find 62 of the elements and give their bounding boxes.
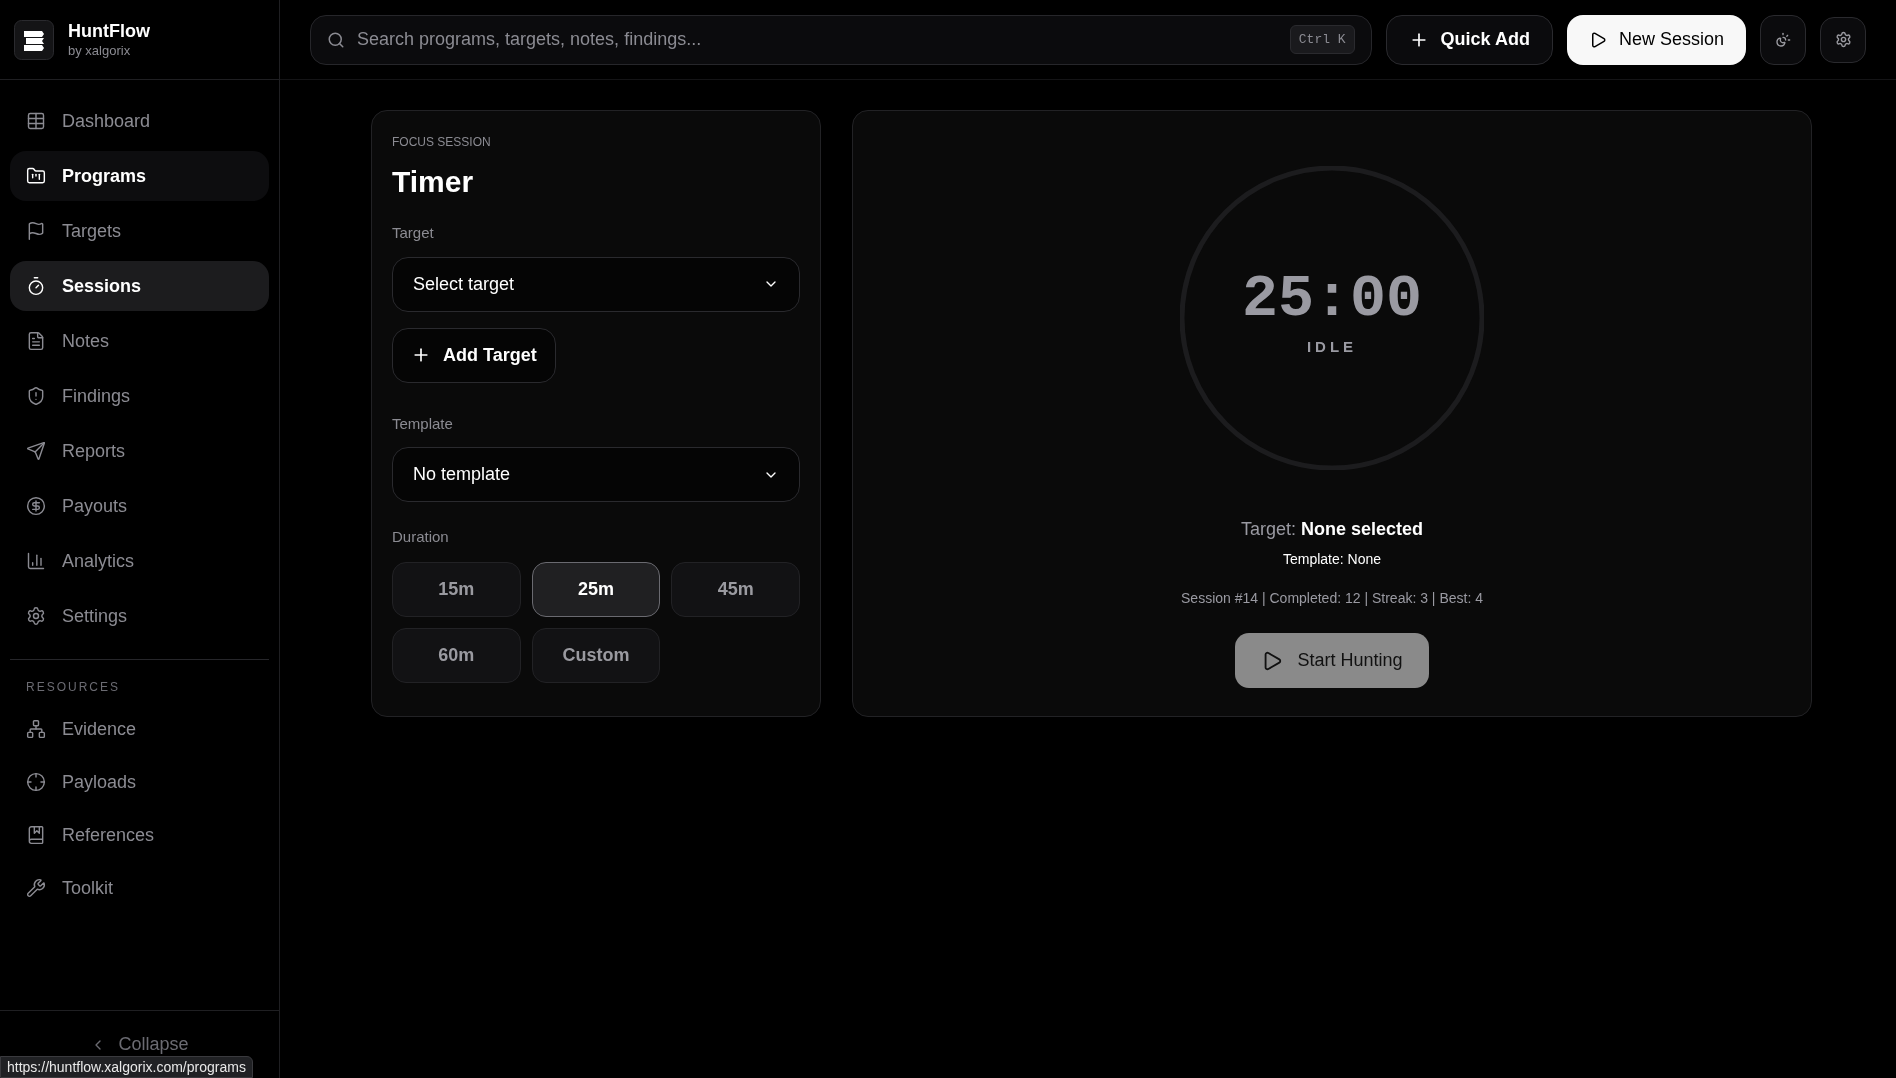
flag-icon bbox=[26, 221, 46, 241]
timer-status: IDLE bbox=[1306, 337, 1358, 357]
sidebar-item[interactable]: Sessions bbox=[10, 261, 269, 311]
sidebar-item[interactable]: Notes bbox=[10, 316, 269, 366]
search-bar[interactable]: Search programs, targets, notes, findings... Ctrl K bbox=[310, 14, 1372, 65]
link-preview-bar: https://huntflow.xalgorix.com/programs bbox=[0, 1056, 253, 1078]
settings-button[interactable] bbox=[1820, 16, 1866, 63]
crosshair-icon bbox=[26, 772, 46, 792]
target-select[interactable]: Select target bbox=[392, 256, 800, 312]
search-icon bbox=[327, 30, 345, 49]
table-icon bbox=[26, 111, 46, 131]
dollar-icon bbox=[26, 496, 46, 516]
duration-option[interactable]: Custom bbox=[531, 627, 661, 683]
timer-readout: 25:00 bbox=[1242, 266, 1422, 332]
shield-icon bbox=[26, 386, 46, 406]
field-label: Target bbox=[392, 223, 435, 243]
section-title: RESOURCES bbox=[25, 679, 121, 696]
sidebar-item[interactable]: Settings bbox=[10, 591, 269, 641]
duration-option[interactable]: 25m bbox=[531, 561, 661, 617]
sidebar-item[interactable]: Analytics bbox=[10, 536, 269, 586]
field-label: Duration bbox=[392, 527, 450, 547]
card-title: Timer bbox=[392, 164, 475, 200]
template-select[interactable]: No template bbox=[392, 447, 800, 502]
target-summary: Target: None selected bbox=[1240, 518, 1424, 541]
network-icon bbox=[26, 719, 46, 739]
sun-moon-icon bbox=[1775, 31, 1791, 48]
folder-icon bbox=[26, 166, 46, 186]
document-icon bbox=[26, 331, 46, 351]
add-target-button[interactable]: Add Target bbox=[392, 327, 556, 383]
wrench-icon bbox=[26, 878, 46, 898]
sidebar-item[interactable]: References bbox=[10, 810, 269, 860]
sidebar-item[interactable]: Programs bbox=[10, 151, 269, 201]
sidebar-item[interactable]: Targets bbox=[10, 206, 269, 256]
search-field[interactable]: Search programs, targets, notes, findings... bbox=[357, 26, 1278, 53]
field-label: Template bbox=[392, 413, 454, 434]
card-eyebrow: FOCUS SESSION bbox=[392, 134, 492, 151]
theme-toggle-button[interactable] bbox=[1760, 14, 1806, 65]
duration-option[interactable]: 15m bbox=[392, 561, 521, 617]
duration-option[interactable]: 45m bbox=[671, 561, 800, 617]
new-session-button[interactable]: New Session bbox=[1566, 14, 1746, 65]
app-byline: by xalgorix bbox=[68, 41, 132, 60]
sidebar-item[interactable]: Dashboard bbox=[10, 96, 269, 146]
quick-add-button[interactable]: Quick Add bbox=[1385, 14, 1553, 65]
duration-option[interactable]: 60m bbox=[392, 627, 521, 683]
paper-plane-icon bbox=[26, 441, 46, 461]
sidebar-item[interactable]: Toolkit bbox=[10, 863, 269, 913]
bar-chart-icon bbox=[26, 551, 46, 571]
sidebar-item[interactable]: Payouts bbox=[10, 481, 269, 531]
bookmark-book-icon bbox=[26, 825, 46, 845]
sidebar-item[interactable]: Findings bbox=[10, 371, 269, 421]
sidebar-item[interactable]: Reports bbox=[10, 426, 269, 476]
settings-icon bbox=[1834, 31, 1852, 48]
app-name: HuntFlow bbox=[68, 19, 150, 42]
logo-icon bbox=[14, 19, 54, 60]
shortcut-key: Ctrl K bbox=[1289, 24, 1355, 55]
sidebar-item[interactable]: Payloads bbox=[10, 757, 269, 807]
stopwatch-icon bbox=[26, 276, 46, 296]
sidebar-item[interactable]: Evidence bbox=[10, 704, 269, 754]
session-stats: Session #14 | Completed: 12 | Streak: 3 | Best: 4 bbox=[1181, 589, 1483, 608]
settings-icon bbox=[26, 606, 46, 626]
start-hunting-button[interactable]: Start Hunting bbox=[1235, 633, 1429, 688]
template-summary: Template: None bbox=[1282, 550, 1382, 569]
